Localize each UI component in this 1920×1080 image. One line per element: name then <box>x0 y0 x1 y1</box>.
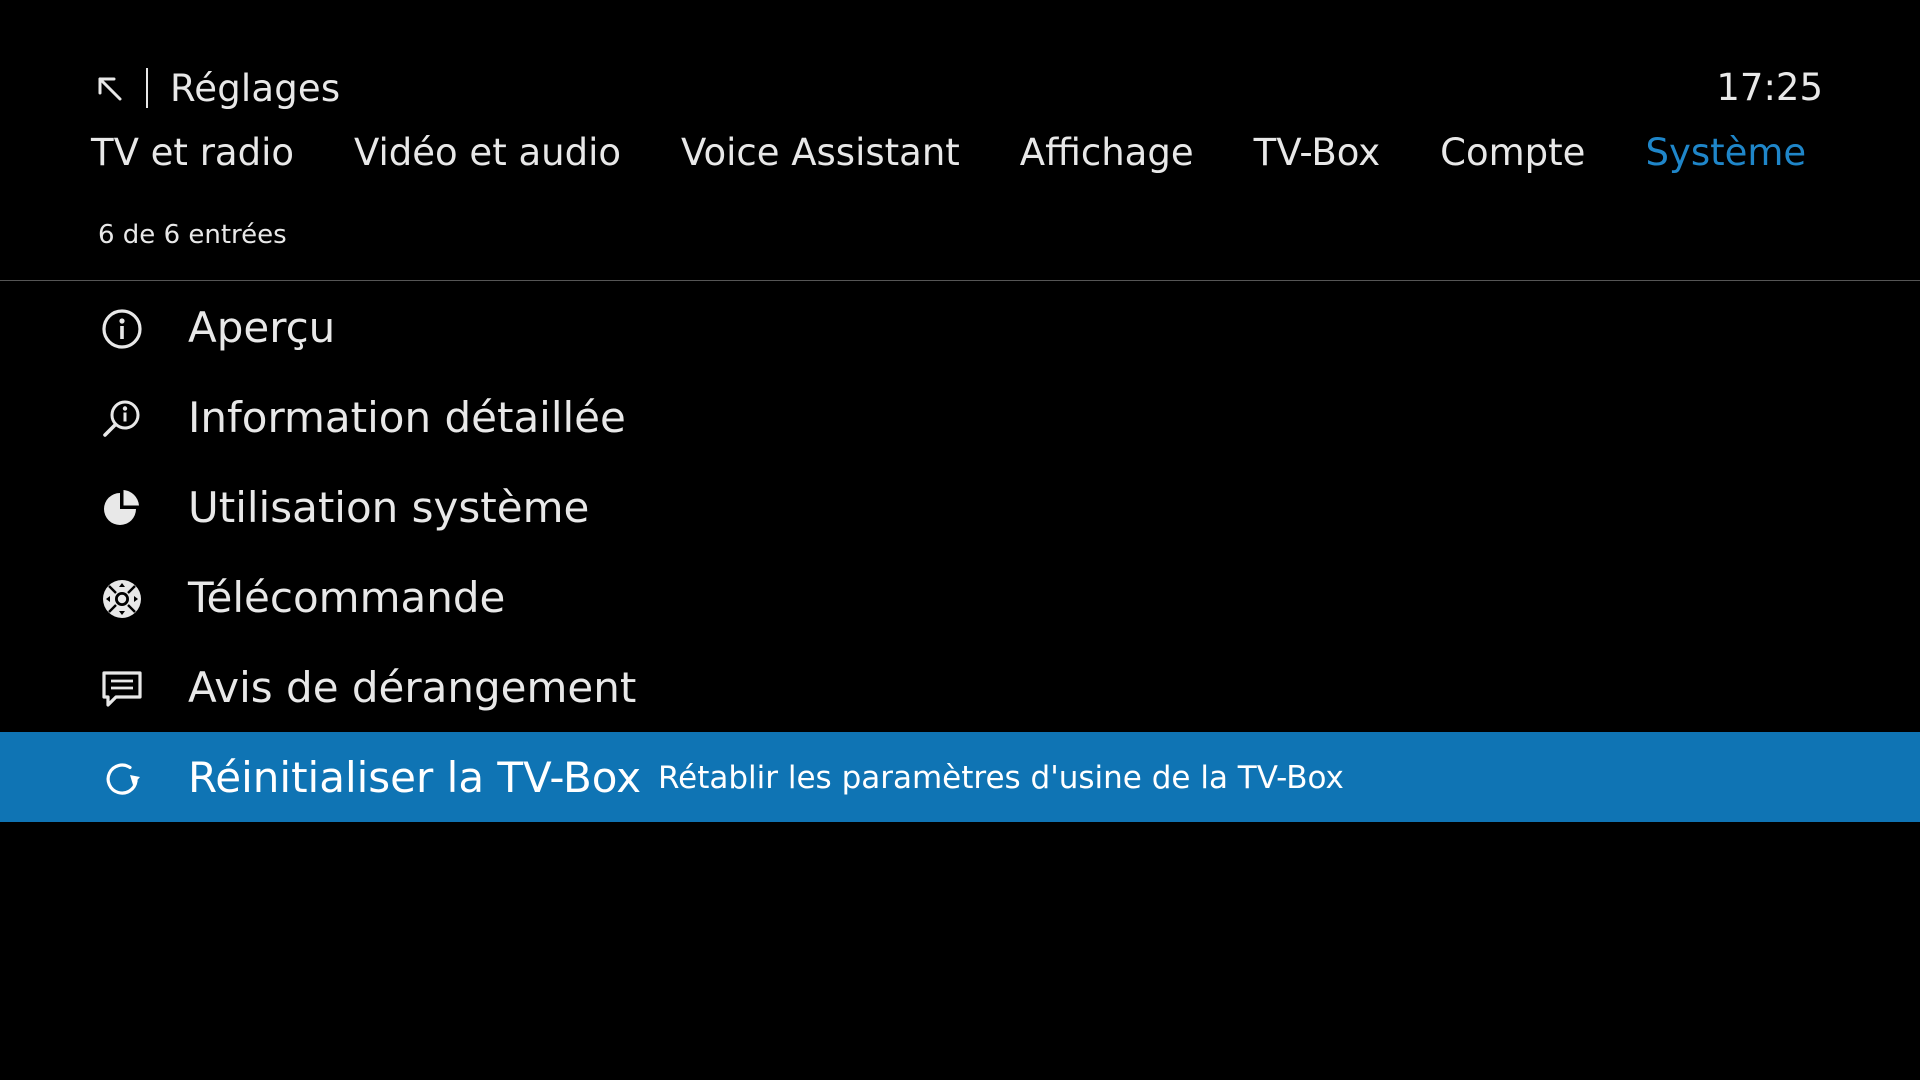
list-item-telecommande[interactable]: Télécommande <box>0 552 1920 642</box>
header-separator <box>0 280 1920 281</box>
pie-chart-icon <box>100 487 144 531</box>
tab-systeme[interactable]: Système <box>1645 131 1806 174</box>
tab-tv-et-radio[interactable]: TV et radio <box>91 131 294 174</box>
settings-screen: Réglages 17:25 TV et radio Vidéo et audi… <box>0 0 1920 1080</box>
list-item-utilisation-systeme[interactable]: Utilisation système <box>0 462 1920 552</box>
list-item-information-detaillee[interactable]: Information détaillée <box>0 372 1920 462</box>
list-item-reinitialiser-tv-box[interactable]: Réinitialiser la TV-Box Rétablir les par… <box>0 732 1920 822</box>
list-item-label: Télécommande <box>188 572 506 622</box>
list-item-description: Rétablir les paramètres d'usine de la TV… <box>658 760 1344 796</box>
tab-compte[interactable]: Compte <box>1440 131 1585 174</box>
list-item-label: Utilisation système <box>188 482 590 532</box>
list-item-label: Information détaillée <box>188 392 626 442</box>
list-item-label: Réinitialiser la TV-Box <box>188 752 642 802</box>
tab-affichage[interactable]: Affichage <box>1020 131 1194 174</box>
page-title: Réglages <box>170 66 341 110</box>
settings-list: Aperçu Information détaillée Utilisation… <box>0 282 1920 822</box>
arrow-up-left-icon[interactable] <box>92 71 126 105</box>
list-item-apercu[interactable]: Aperçu <box>0 282 1920 372</box>
info-icon <box>100 307 144 351</box>
tab-voice-assistant[interactable]: Voice Assistant <box>681 131 960 174</box>
search-info-icon <box>100 397 144 441</box>
list-item-avis-de-derangement[interactable]: Avis de dérangement <box>0 642 1920 732</box>
tab-bar: TV et radio Vidéo et audio Voice Assista… <box>91 124 1866 180</box>
list-item-label: Aperçu <box>188 302 336 352</box>
list-item-label: Avis de dérangement <box>188 662 637 712</box>
refresh-icon <box>100 757 144 801</box>
tab-video-et-audio[interactable]: Vidéo et audio <box>354 131 621 174</box>
remote-dpad-icon <box>100 577 144 621</box>
header: Réglages <box>92 60 340 116</box>
clock: 17:25 <box>1716 66 1823 109</box>
header-divider <box>146 68 148 108</box>
entry-count: 6 de 6 entrées <box>98 220 287 250</box>
tab-tv-box[interactable]: TV-Box <box>1254 131 1381 174</box>
message-icon <box>100 667 144 711</box>
